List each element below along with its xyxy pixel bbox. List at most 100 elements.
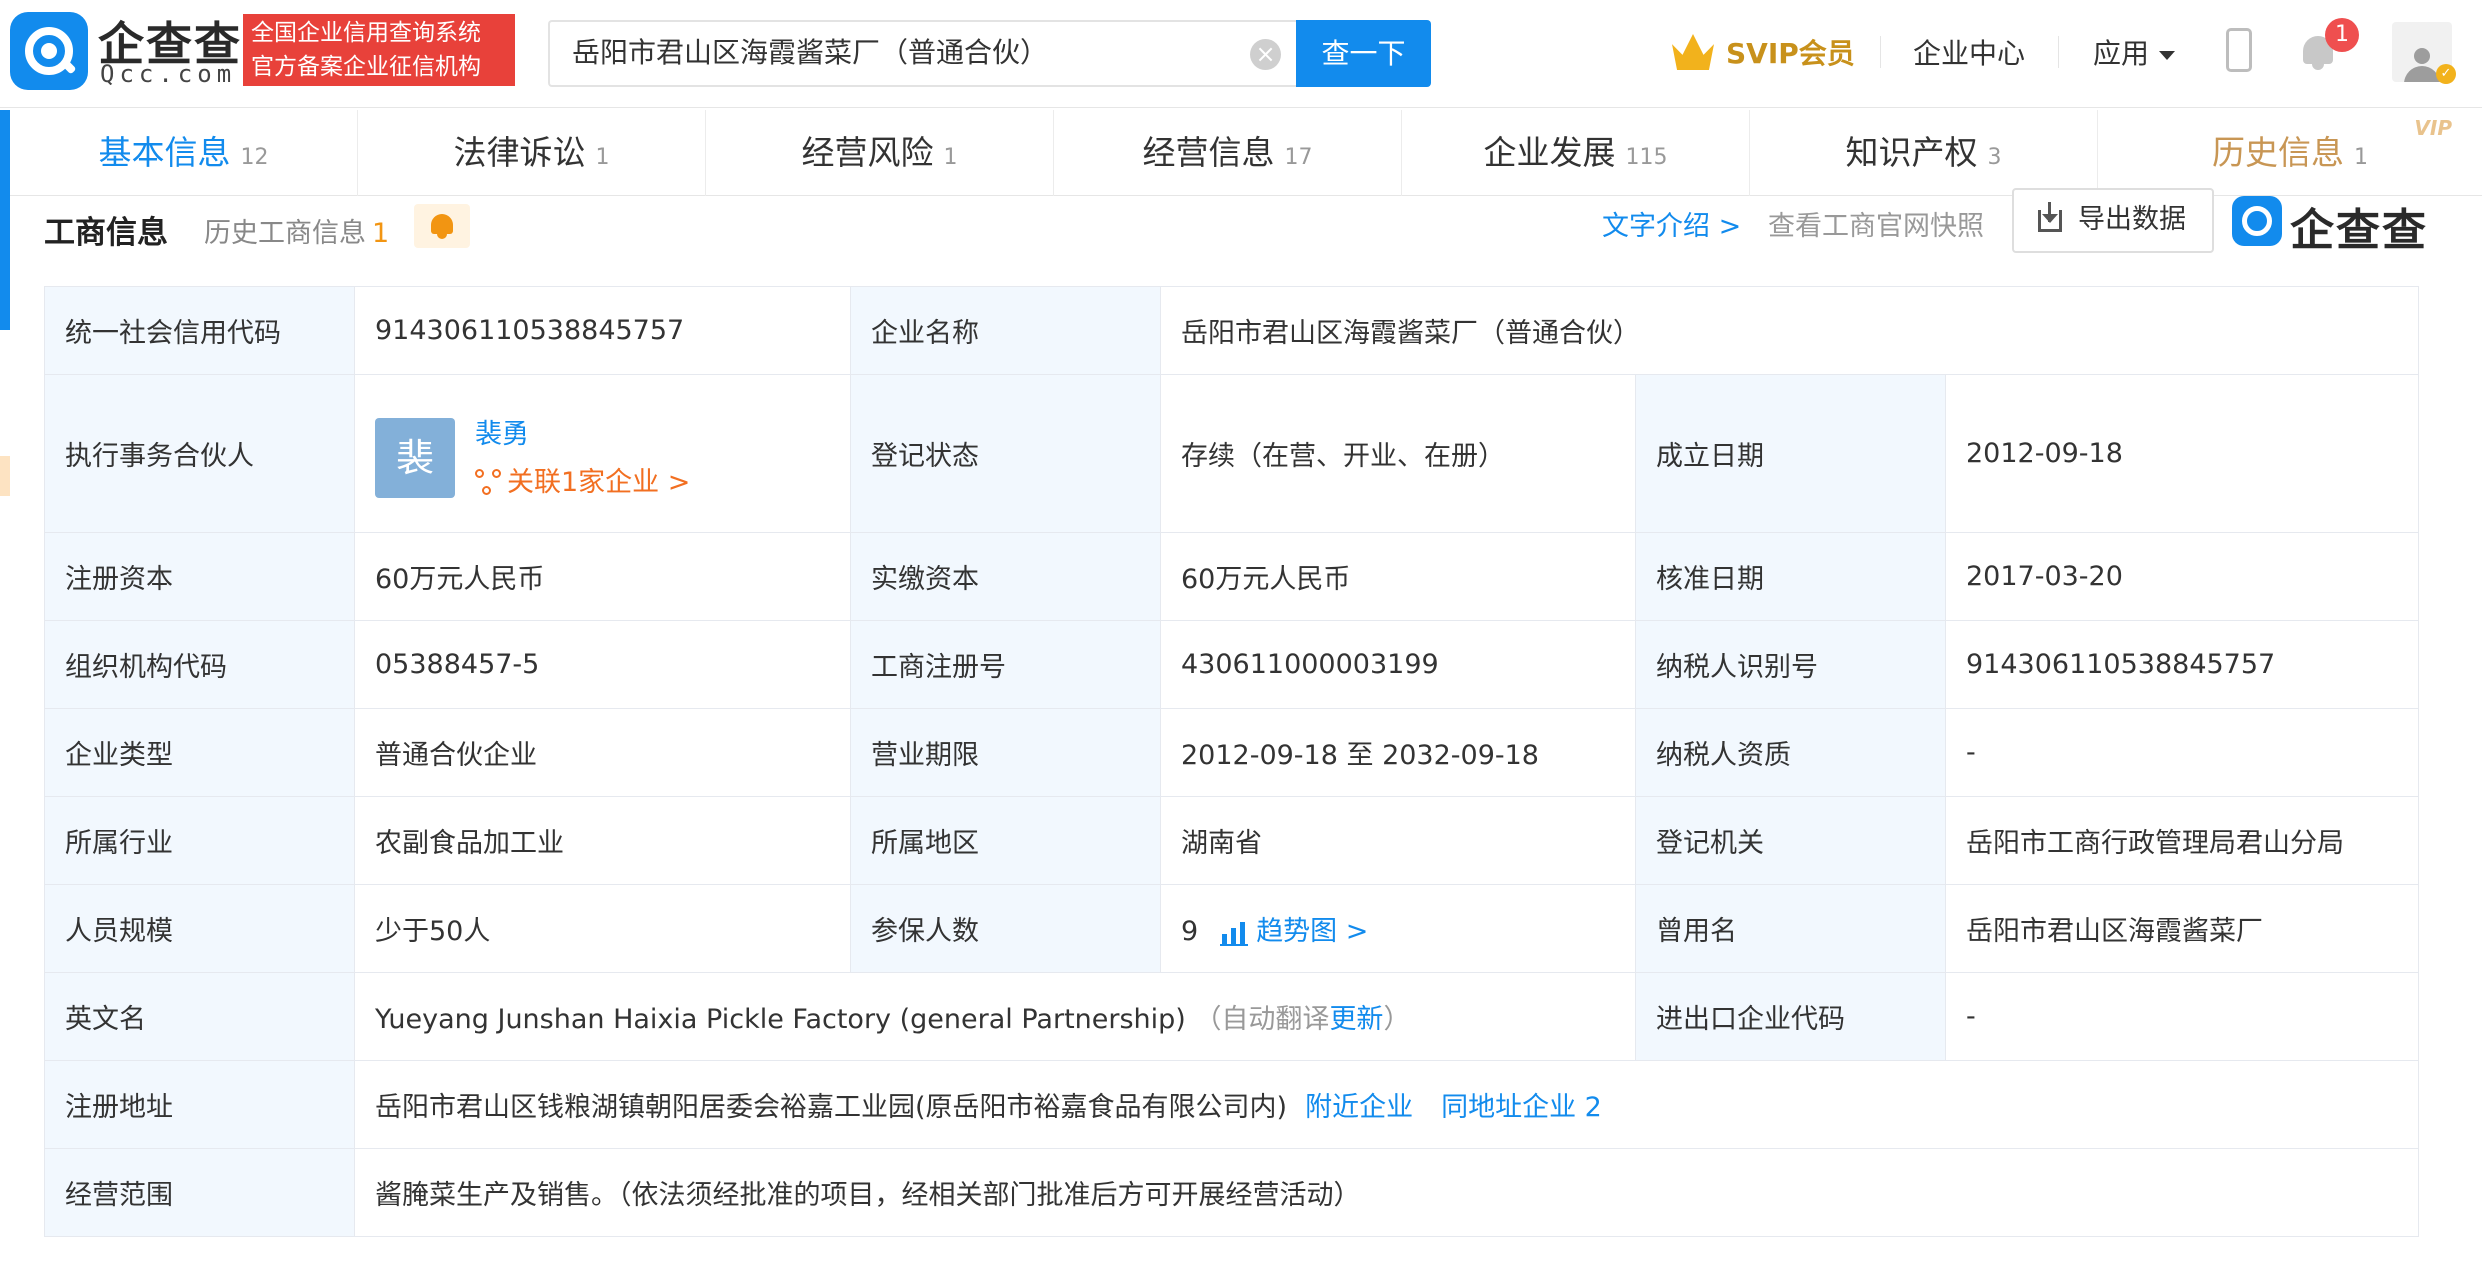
apps-label: 应用 bbox=[2093, 37, 2150, 70]
clear-search-icon[interactable]: × bbox=[1250, 39, 1281, 70]
tab-count: 3 bbox=[1987, 145, 2002, 170]
found-date-value: 2012-09-18 bbox=[1944, 374, 2420, 533]
reg-status-value: 存续（在营、开业、在册） bbox=[1160, 374, 1636, 533]
tab-history[interactable]: 历史信息 1 VIP bbox=[2098, 110, 2482, 196]
industry-value: 农副食品加工业 bbox=[354, 796, 851, 885]
org-code-value: 05388457-5 bbox=[354, 620, 851, 709]
tab-operation[interactable]: 经营信息 17 bbox=[1054, 110, 1402, 196]
table-row: 执行事务合伙人 裴 裴勇 关联1家企业 > 登记状态 存续（在营、开业、在册） … bbox=[44, 374, 2420, 533]
search-input[interactable] bbox=[572, 34, 1212, 67]
divider bbox=[1880, 36, 1881, 68]
english-name-cell: Yueyang Junshan Haixia Pickle Factory (g… bbox=[354, 972, 1636, 1061]
related-companies-label: 关联1家企业 > bbox=[507, 466, 691, 498]
tab-label: 历史信息 bbox=[2212, 133, 2344, 172]
company-type-value: 普通合伙企业 bbox=[354, 708, 851, 797]
table-row: 经营范围 酱腌菜生产及销售。（依法须经批准的项目，经相关部门批准后方可开展经营活… bbox=[44, 1148, 2420, 1237]
reg-status-label: 登记状态 bbox=[850, 374, 1161, 533]
table-row: 组织机构代码 05388457-5 工商注册号 430611000003199 … bbox=[44, 620, 2420, 709]
business-info-table: 统一社会信用代码 914306110538845757 企业名称 岳阳市君山区海… bbox=[44, 286, 2420, 1237]
update-translation-link[interactable]: 更新 bbox=[1329, 1004, 1383, 1035]
table-row: 统一社会信用代码 914306110538845757 企业名称 岳阳市君山区海… bbox=[44, 286, 2420, 375]
export-label: 导出数据 bbox=[2078, 204, 2186, 235]
reg-authority-value: 岳阳市工商行政管理局君山分局 bbox=[1944, 796, 2420, 885]
table-row: 所属行业 农副食品加工业 所属地区 湖南省 登记机关 岳阳市工商行政管理局君山分… bbox=[44, 796, 2420, 885]
auto-translate-prefix: （自动翻译 bbox=[1194, 1004, 1330, 1035]
tab-basic-info[interactable]: 基本信息 12 bbox=[10, 110, 358, 196]
partner-name-link[interactable]: 裴勇 bbox=[475, 412, 529, 451]
history-label: 历史工商信息 bbox=[204, 218, 366, 249]
insured-label: 参保人数 bbox=[850, 884, 1161, 973]
former-name-value: 岳阳市君山区海霞酱菜厂 bbox=[1944, 884, 2420, 973]
tab-label: 企业发展 bbox=[1483, 133, 1616, 172]
insured-value: 9 bbox=[1181, 916, 1199, 947]
reg-authority-label: 登记机关 bbox=[1635, 796, 1946, 885]
trend-chart-link[interactable]: 趋势图 > bbox=[1256, 916, 1368, 947]
table-row: 人员规模 少于50人 参保人数 9 趋势图 > 曾用名 岳阳市君山区海霞酱菜厂 bbox=[44, 884, 2420, 973]
biz-term-value: 2012-09-18 至 2032-09-18 bbox=[1160, 708, 1636, 797]
scope-value: 酱腌菜生产及销售。（依法须经批准的项目，经相关部门批准后方可开展经营活动） bbox=[353, 1148, 2420, 1237]
tab-count: 115 bbox=[1625, 145, 1668, 170]
tab-count: 12 bbox=[240, 145, 269, 170]
tab-label: 经营风险 bbox=[801, 133, 934, 172]
ie-code-value: - bbox=[1944, 972, 2420, 1061]
biz-reg-no-label: 工商注册号 bbox=[850, 620, 1161, 709]
relation-graph-icon bbox=[475, 468, 501, 495]
taxpayer-qual-label: 纳税人资质 bbox=[1635, 708, 1946, 797]
address-value: 岳阳市君山区钱粮湖镇朝阳居委会裕嘉工业园(原岳阳市裕嘉食品有限公司内) bbox=[375, 1092, 1288, 1123]
official-snapshot-link[interactable]: 查看工商官网快照 bbox=[1768, 204, 1984, 243]
related-companies-link[interactable]: 关联1家企业 > bbox=[475, 460, 690, 499]
biz-term-label: 营业期限 bbox=[850, 708, 1161, 797]
search-button[interactable]: 查一下 bbox=[1296, 20, 1431, 87]
watermark-text: 企查查 bbox=[2290, 205, 2428, 256]
monitor-bell-button[interactable] bbox=[414, 204, 470, 248]
qcc-watermark-icon bbox=[2232, 196, 2282, 246]
insured-cell: 9 趋势图 > bbox=[1160, 884, 1636, 973]
found-date-label: 成立日期 bbox=[1635, 374, 1946, 533]
english-name-label: 英文名 bbox=[44, 972, 355, 1061]
region-label: 所属地区 bbox=[850, 796, 1161, 885]
industry-label: 所属行业 bbox=[44, 796, 355, 885]
staff-size-value: 少于50人 bbox=[354, 884, 851, 973]
tab-development[interactable]: 企业发展 115 bbox=[1402, 110, 1750, 196]
tab-count: 1 bbox=[595, 145, 610, 170]
tab-label: 经营信息 bbox=[1142, 133, 1275, 172]
reg-capital-value: 60万元人民币 bbox=[354, 532, 851, 621]
top-bar: 企查查 Qcc.com 全国企业信用查询系统 官方备案企业征信机构 × 查一下 … bbox=[0, 0, 2482, 108]
former-name-label: 曾用名 bbox=[1635, 884, 1946, 973]
nearby-companies-link[interactable]: 附近企业 bbox=[1305, 1092, 1413, 1123]
tab-risk[interactable]: 经营风险 1 bbox=[706, 110, 1054, 196]
same-address-companies-link[interactable]: 同地址企业 2 bbox=[1441, 1092, 1602, 1123]
brand-domain: Qcc.com bbox=[100, 60, 237, 88]
bell-icon bbox=[431, 214, 453, 234]
company-tabs: 基本信息 12 法律诉讼 1 经营风险 1 经营信息 17 企业发展 115 知识产权 3 … bbox=[10, 110, 2482, 196]
export-data-button[interactable]: 导出数据 bbox=[2012, 188, 2214, 253]
mobile-phone-icon[interactable] bbox=[2226, 28, 2252, 72]
enterprise-center-link[interactable]: 企业中心 bbox=[1913, 32, 2025, 72]
approve-date-label: 核准日期 bbox=[1635, 532, 1946, 621]
credit-code-value: 914306110538845757 bbox=[354, 286, 851, 375]
qcc-logo-icon[interactable] bbox=[10, 12, 88, 90]
section-title: 工商信息 bbox=[44, 215, 168, 251]
partner-avatar[interactable]: 裴 bbox=[375, 417, 455, 498]
vip-tag: VIP bbox=[2414, 116, 2452, 140]
table-row: 注册资本 60万元人民币 实缴资本 60万元人民币 核准日期 2017-03-2… bbox=[44, 532, 2420, 621]
org-code-label: 组织机构代码 bbox=[44, 620, 355, 709]
caret-down-icon bbox=[2159, 50, 2176, 60]
left-accent-marker bbox=[0, 456, 10, 496]
approve-date-value: 2017-03-20 bbox=[1944, 532, 2420, 621]
cert-line-1: 全国企业信用查询系统 bbox=[251, 20, 481, 46]
taxpayer-qual-value: - bbox=[1944, 708, 2420, 797]
svip-label: SVIP会员 bbox=[1726, 37, 1855, 70]
tab-legal[interactable]: 法律诉讼 1 bbox=[358, 110, 706, 196]
apps-menu[interactable]: 应用 bbox=[2093, 32, 2176, 72]
address-cell: 岳阳市君山区钱粮湖镇朝阳居委会裕嘉工业园(原岳阳市裕嘉食品有限公司内) 附近企业同… bbox=[353, 1060, 2420, 1149]
region-value: 湖南省 bbox=[1160, 796, 1636, 885]
ie-code-label: 进出口企业代码 bbox=[1635, 972, 1946, 1061]
auto-translate-suffix: ） bbox=[1383, 1004, 1411, 1035]
text-intro-link[interactable]: 文字介绍 > bbox=[1602, 204, 1741, 243]
tab-ip[interactable]: 知识产权 3 bbox=[1750, 110, 2098, 196]
history-business-info-link[interactable]: 历史工商信息 1 bbox=[204, 211, 389, 250]
svip-member-link[interactable]: SVIP会员 bbox=[1672, 30, 1855, 74]
cert-line-2: 官方备案企业征信机构 bbox=[251, 54, 481, 80]
tab-count: 1 bbox=[943, 145, 958, 170]
